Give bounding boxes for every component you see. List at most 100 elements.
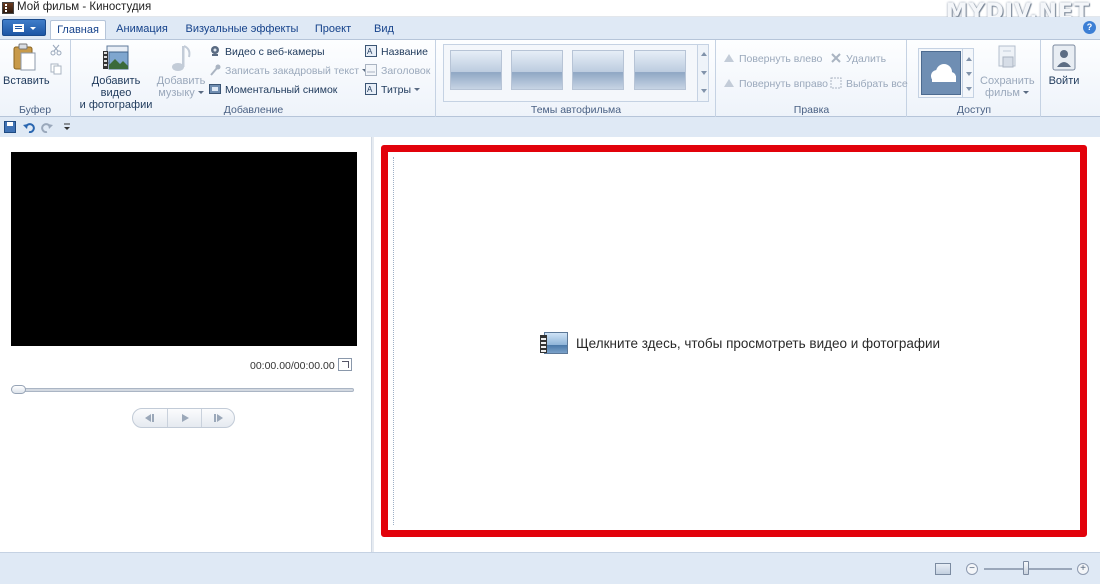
next-frame-icon bbox=[217, 414, 223, 422]
seek-handle[interactable] bbox=[11, 385, 26, 394]
theme-gallery bbox=[443, 44, 709, 102]
redo-icon[interactable] bbox=[41, 121, 53, 134]
ribbon: Вставить Буфер Добавить видео и фотограф… bbox=[0, 39, 1100, 118]
snapshot-button[interactable]: Моментальный снимок bbox=[209, 83, 337, 99]
undo-icon[interactable] bbox=[23, 121, 35, 134]
scissors-icon bbox=[50, 44, 62, 56]
time-display: 00:00.00/00:00.00 bbox=[250, 360, 335, 372]
next-frame-button[interactable] bbox=[201, 409, 235, 427]
copy-button[interactable] bbox=[50, 63, 66, 79]
cut-button[interactable] bbox=[50, 44, 66, 60]
sign-in-button[interactable]: Войти bbox=[1044, 43, 1084, 87]
user-icon bbox=[1050, 43, 1078, 71]
chevron-down-icon bbox=[1022, 91, 1029, 94]
webcam-icon bbox=[209, 45, 221, 57]
copy-icon bbox=[50, 63, 62, 75]
save-movie-icon bbox=[993, 43, 1021, 71]
storyboard-panel[interactable]: Щелкните здесь, чтобы просмотреть видео … bbox=[381, 145, 1087, 537]
tab-home[interactable]: Главная bbox=[50, 20, 106, 39]
film-icon bbox=[2, 2, 14, 14]
window-title: Мой фильм - Киностудия bbox=[17, 1, 152, 13]
group-label-add: Добавление bbox=[223, 104, 284, 116]
play-button[interactable] bbox=[167, 409, 201, 427]
save-movie-button[interactable]: Сохранить фильм bbox=[980, 43, 1035, 99]
group-label-themes: Темы автофильма bbox=[530, 104, 622, 116]
chevron-down-icon bbox=[30, 27, 36, 30]
scroll-up-icon[interactable] bbox=[701, 52, 707, 56]
insertion-line bbox=[393, 157, 394, 525]
share-gallery-scrollbar[interactable] bbox=[962, 49, 973, 97]
title-button[interactable]: A Название bbox=[365, 45, 428, 61]
cloud-share-button[interactable] bbox=[921, 51, 961, 95]
add-media-button[interactable]: Добавить видео и фотографии bbox=[76, 43, 156, 111]
add-music-button[interactable]: Добавить музыку bbox=[156, 43, 206, 99]
group-add: Добавить видео и фотографии Добавить муз… bbox=[72, 40, 436, 118]
main-area: 00:00.00/00:00.00 Щелкните здесь, чтобы … bbox=[0, 137, 1100, 552]
previous-frame-button[interactable] bbox=[133, 409, 167, 427]
gallery-scrollbar[interactable] bbox=[697, 45, 708, 101]
caption-button[interactable]: Заголовок bbox=[365, 64, 430, 80]
group-label-edit: Правка bbox=[793, 104, 830, 116]
record-narration-button[interactable]: Записать закадровый текст bbox=[209, 64, 369, 80]
zoom-handle[interactable] bbox=[1023, 561, 1029, 575]
help-icon[interactable]: ? bbox=[1083, 21, 1096, 34]
clipboard-icon bbox=[11, 43, 39, 71]
previous-frame-icon bbox=[145, 414, 151, 422]
snapshot-icon bbox=[209, 83, 221, 95]
rotate-right-button[interactable]: Повернуть вправо bbox=[723, 77, 828, 93]
save-icon[interactable] bbox=[4, 121, 16, 133]
music-note-icon bbox=[167, 43, 195, 71]
storyboard-placeholder[interactable]: Щелкните здесь, чтобы просмотреть видео … bbox=[540, 332, 940, 354]
photo-film-icon bbox=[540, 332, 568, 354]
tab-animation[interactable]: Анимация bbox=[110, 20, 174, 39]
group-edit: Повернуть влево Повернуть вправо Удалить… bbox=[717, 40, 908, 118]
cloud-icon bbox=[931, 64, 956, 82]
gallery-expand-icon[interactable] bbox=[701, 89, 707, 93]
quick-access-toolbar bbox=[0, 117, 1100, 137]
chevron-down-icon bbox=[197, 91, 204, 94]
zoom-out-icon[interactable]: − bbox=[966, 563, 978, 575]
tab-project[interactable]: Проект bbox=[306, 20, 360, 39]
theme-thumbnail[interactable] bbox=[511, 50, 563, 90]
fullscreen-icon[interactable] bbox=[338, 358, 352, 371]
svg-text:A: A bbox=[367, 85, 373, 94]
tab-visual-effects[interactable]: Визуальные эффекты bbox=[184, 20, 300, 39]
share-gallery bbox=[918, 48, 974, 98]
title-bar: Мой фильм - Киностудия MYDIV.NET bbox=[0, 0, 1100, 25]
scroll-up-icon[interactable] bbox=[966, 57, 972, 61]
select-all-icon bbox=[830, 77, 842, 89]
group-label-clipboard: Буфер bbox=[18, 104, 52, 116]
microphone-icon bbox=[209, 64, 221, 76]
paste-button[interactable]: Вставить bbox=[3, 43, 50, 87]
customize-toolbar-icon[interactable] bbox=[62, 121, 74, 133]
caption-icon bbox=[365, 64, 377, 76]
video-preview[interactable] bbox=[11, 152, 357, 346]
pane-splitter[interactable] bbox=[371, 137, 374, 552]
zoom-in-icon[interactable]: + bbox=[1077, 563, 1089, 575]
theme-thumbnail[interactable] bbox=[634, 50, 686, 90]
rotate-left-icon bbox=[723, 52, 735, 64]
theme-thumbnail[interactable] bbox=[450, 50, 502, 90]
scroll-down-icon[interactable] bbox=[966, 72, 972, 76]
select-all-button[interactable]: Выбрать все bbox=[830, 77, 908, 93]
menu-icon bbox=[13, 24, 24, 32]
status-bar: − + bbox=[0, 552, 1100, 584]
bar-icon bbox=[214, 414, 216, 422]
gallery-expand-icon[interactable] bbox=[966, 87, 972, 91]
title-icon: A bbox=[365, 45, 377, 57]
group-label-share: Доступ bbox=[956, 104, 992, 116]
scroll-down-icon[interactable] bbox=[701, 71, 707, 75]
theme-thumbnail[interactable] bbox=[572, 50, 624, 90]
app-menu-button[interactable] bbox=[2, 19, 46, 36]
svg-text:A: A bbox=[367, 47, 373, 56]
thumbnail-size-icon[interactable] bbox=[935, 563, 951, 575]
webcam-button[interactable]: Видео с веб-камеры bbox=[209, 45, 325, 61]
rotate-left-button[interactable]: Повернуть влево bbox=[723, 52, 822, 68]
play-icon bbox=[182, 414, 189, 422]
playback-controls bbox=[132, 408, 235, 428]
group-clipboard: Вставить Буфер bbox=[0, 40, 71, 118]
remove-button[interactable]: Удалить bbox=[830, 52, 886, 68]
seek-bar[interactable] bbox=[12, 388, 354, 392]
credits-button[interactable]: A Титры bbox=[365, 83, 421, 99]
tab-view[interactable]: Вид bbox=[366, 20, 402, 39]
